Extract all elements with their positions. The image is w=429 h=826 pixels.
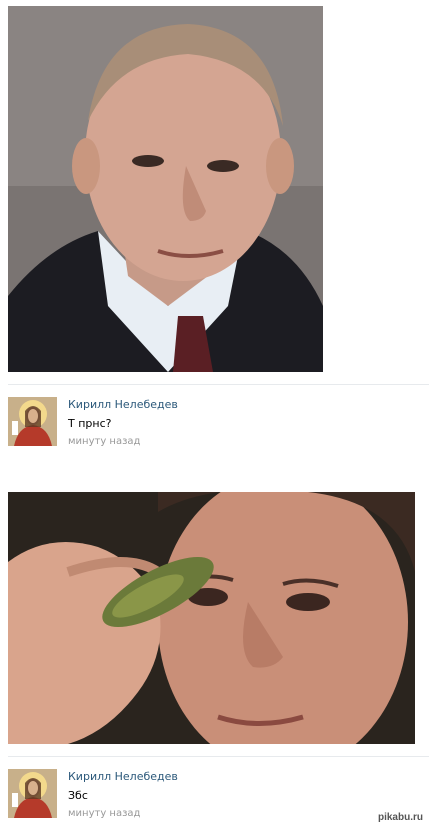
comment-author-link[interactable]: Кирилл Нелебедев xyxy=(68,398,178,411)
comment-text: Збс xyxy=(68,789,88,802)
comment-timestamp[interactable]: минуту назад xyxy=(68,808,140,819)
comment: Кирилл Нелебедев Збс минуту назад xyxy=(8,769,408,821)
comment-timestamp[interactable]: минуту назад xyxy=(68,436,140,447)
closeup-photo xyxy=(8,492,415,744)
watermark: pikabu.ru xyxy=(377,812,423,823)
comment-text: Т прнс? xyxy=(68,417,112,430)
portrait-photo xyxy=(8,6,323,372)
divider xyxy=(8,756,429,757)
avatar[interactable] xyxy=(8,769,57,818)
comment: Кирилл Нелебедев Т прнс? минуту назад xyxy=(8,397,408,449)
avatar[interactable] xyxy=(8,397,57,446)
divider xyxy=(8,384,429,385)
comment-author-link[interactable]: Кирилл Нелебедев xyxy=(68,770,178,783)
